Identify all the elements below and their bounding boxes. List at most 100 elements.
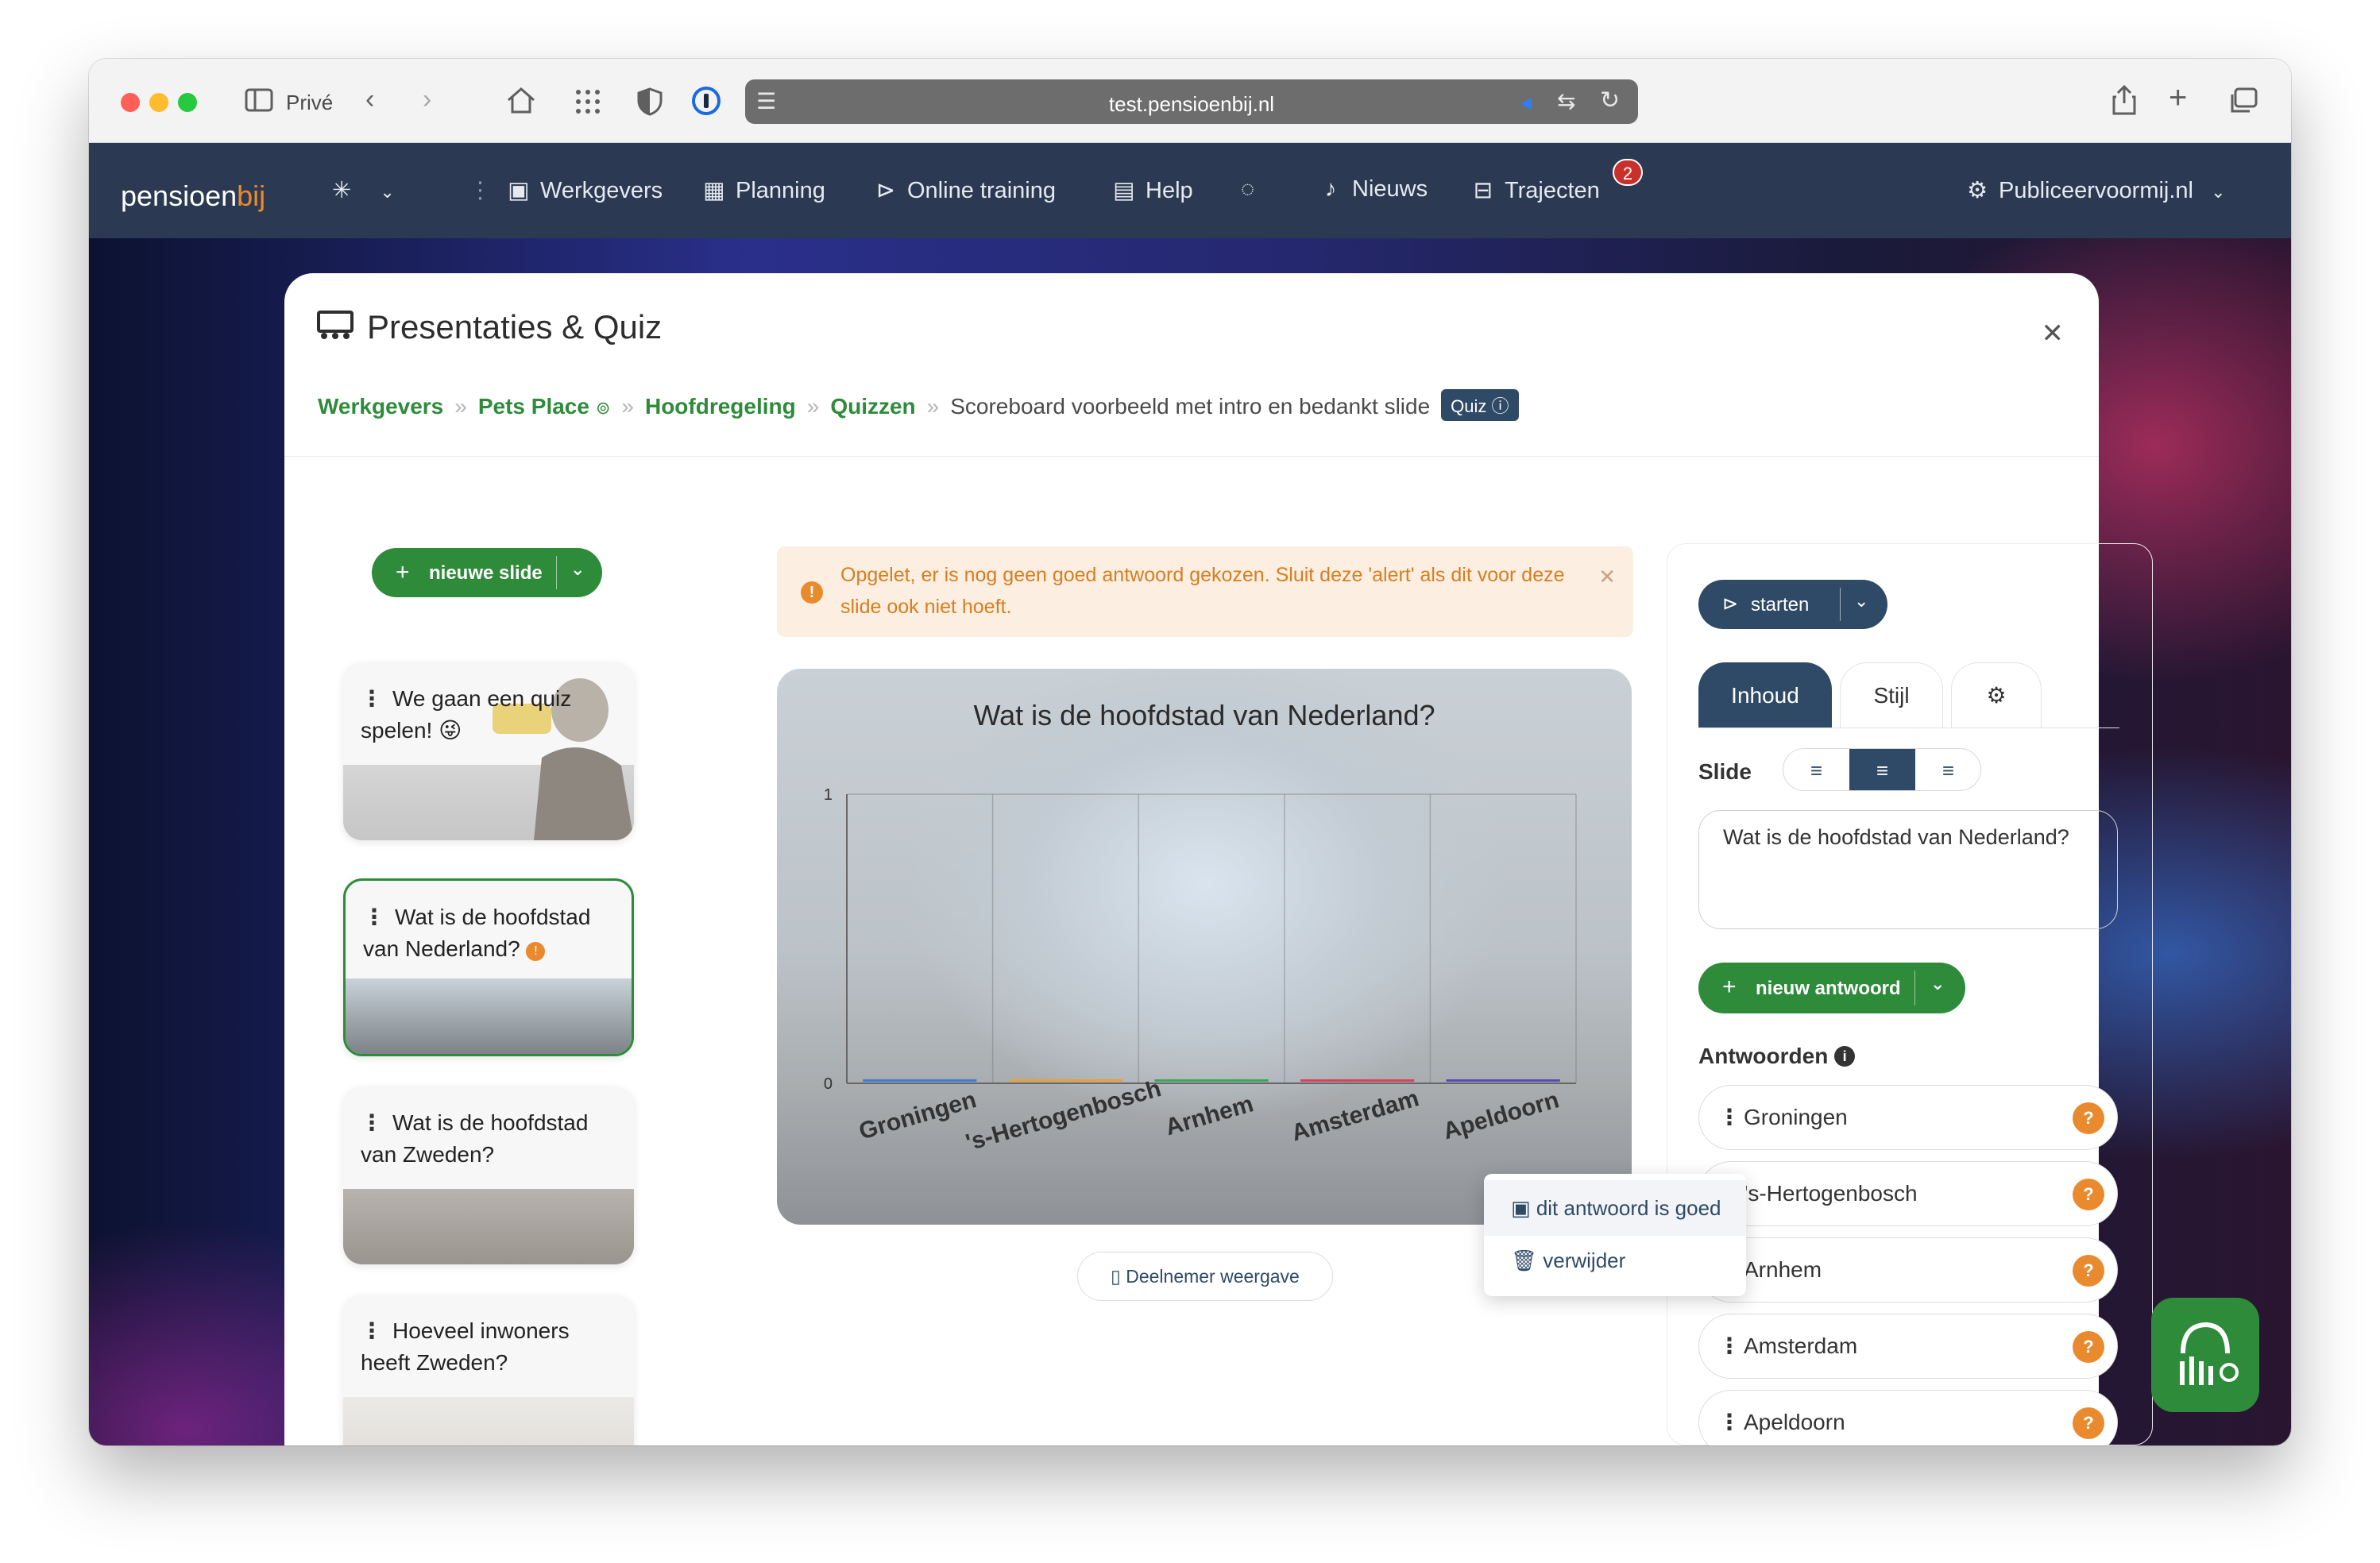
category-label: Apeldoorn bbox=[1440, 1086, 1562, 1144]
question-mark-icon[interactable]: ? bbox=[2073, 1331, 2104, 1363]
shield-icon[interactable] bbox=[637, 87, 663, 121]
breadcrumb-werkgevers[interactable]: Werkgevers bbox=[318, 394, 443, 419]
slide-thumbnail-active[interactable]: ⋮ Wat is de hoofdstad van Nederland? ! bbox=[343, 878, 634, 1056]
address-bar[interactable]: ☰ test.pensioenbij.nl ◂ ⇆ ↻ bbox=[745, 79, 1638, 124]
zoom-window-button[interactable] bbox=[178, 93, 197, 112]
question-mark-icon[interactable]: ? bbox=[2073, 1255, 2104, 1287]
slide-thumbnail[interactable]: ⋮ Hoeveel inwoners heeft Zweden? bbox=[343, 1295, 634, 1445]
question-mark-icon[interactable]: ? bbox=[2073, 1102, 2104, 1134]
tab-stijl[interactable]: Stijl bbox=[1840, 662, 1943, 727]
nav-planning-label: Planning bbox=[736, 178, 825, 203]
start-button[interactable]: ⊳ starten ⌄ bbox=[1698, 580, 1887, 629]
reload-icon[interactable]: ↻ bbox=[1600, 87, 1620, 114]
apps-grid-icon[interactable] bbox=[574, 87, 602, 121]
drag-handle-icon[interactable]: ⋮ bbox=[361, 683, 383, 715]
forward-icon[interactable]: › bbox=[423, 86, 431, 113]
translate-icon[interactable]: ⇆ bbox=[1557, 88, 1575, 115]
alert-icon: ! bbox=[801, 581, 823, 604]
new-slide-button[interactable]: + nieuwe slide ⌄ bbox=[372, 548, 602, 597]
nav-werkgevers[interactable]: ▣ Werkgevers bbox=[507, 176, 663, 204]
drag-handle-icon[interactable]: ⋮ bbox=[363, 901, 385, 933]
nav-trajecten[interactable]: ⊟ Trajecten bbox=[1471, 176, 1600, 204]
chart-bar bbox=[1154, 1079, 1269, 1082]
nav-help[interactable]: ▤ Help bbox=[1112, 176, 1192, 204]
align-right-icon[interactable]: ≡ bbox=[1915, 749, 1980, 790]
mark-correct-menu-item[interactable]: ▣ dit antwoord is goed bbox=[1484, 1180, 1746, 1236]
audio-icon[interactable]: ◂ bbox=[1520, 89, 1532, 116]
chat-icon[interactable]: ◌ bbox=[1241, 176, 1254, 203]
new-answer-button[interactable]: + nieuw antwoord ⌄ bbox=[1698, 963, 1965, 1013]
delete-label: verwijder bbox=[1543, 1248, 1626, 1272]
minimize-window-button[interactable] bbox=[149, 93, 168, 112]
quiz-badge-label: Quiz bbox=[1451, 396, 1487, 416]
question-mark-icon[interactable]: ? bbox=[2073, 1179, 2104, 1210]
answer-row[interactable]: ⋮ Groningen ? bbox=[1698, 1085, 2118, 1150]
tablet-icon: ▯ bbox=[1111, 1266, 1121, 1287]
password-manager-icon[interactable] bbox=[691, 86, 721, 121]
chevron-down-icon[interactable]: ⌄ bbox=[570, 559, 585, 580]
home-icon[interactable] bbox=[505, 86, 537, 119]
drag-handle-icon[interactable]: ⋮ bbox=[1718, 1391, 1741, 1445]
slide-title: Wat is de hoofdstad van Zweden? bbox=[361, 1110, 589, 1167]
answer-row[interactable]: ⋮ Apeldoorn ? bbox=[1698, 1390, 2118, 1445]
breadcrumb: Werkgevers » Pets Place ⊚ » Hoofdregeling » Qui… bbox=[318, 389, 1519, 421]
back-icon[interactable]: ‹ bbox=[365, 86, 374, 113]
drag-handle-icon[interactable]: ⋮ bbox=[1718, 1086, 1741, 1149]
breadcrumb-pets-place[interactable]: Pets Place bbox=[478, 394, 589, 419]
drag-handle-icon[interactable]: ⋮ bbox=[1718, 1314, 1741, 1378]
settings-dropdown[interactable]: ✳ ⌄ bbox=[332, 176, 395, 204]
slide-thumbnail[interactable]: ⋮ Wat is de hoofdstad van Zweden? bbox=[343, 1086, 634, 1264]
breadcrumb-hoofdregeling[interactable]: Hoofdregeling bbox=[645, 394, 796, 419]
profile-label[interactable]: Privé bbox=[286, 91, 333, 115]
answer-row[interactable]: ⋮ Amsterdam ? bbox=[1698, 1314, 2118, 1379]
chevron-down-icon: ⌄ bbox=[380, 182, 395, 202]
drag-handle-icon[interactable]: ⋮ bbox=[361, 1107, 383, 1139]
nav-nieuws[interactable]: ♪ Nieuws bbox=[1319, 176, 1428, 203]
sidebar-toggle-icon[interactable] bbox=[245, 88, 273, 117]
close-window-button[interactable] bbox=[121, 93, 140, 112]
answer-row[interactable]: ⋮Arnhem ? bbox=[1698, 1237, 2118, 1302]
kebab-menu-icon[interactable]: ⋮ bbox=[469, 176, 492, 204]
align-center-icon[interactable]: ≡ bbox=[1849, 749, 1915, 790]
answer-row[interactable]: ⋮'s-Hertogenbosch ? bbox=[1698, 1161, 2118, 1226]
chevron-down-icon[interactable]: ⌄ bbox=[1854, 591, 1868, 612]
account-dropdown[interactable]: ⚙ Publiceervoormij.nl ⌄ bbox=[1965, 176, 2226, 204]
question-mark-icon[interactable]: ? bbox=[2073, 1407, 2104, 1439]
breadcrumb-separator-icon: » bbox=[926, 394, 940, 419]
quiz-type-badge: Quiz ⓘ bbox=[1441, 389, 1519, 421]
nav-planning[interactable]: ▦ Planning bbox=[702, 176, 825, 204]
chart-bar bbox=[1446, 1079, 1560, 1082]
tab-settings[interactable]: ⚙ bbox=[1951, 662, 2042, 727]
app-navbar: pensioenbij ✳ ⌄ ⋮ ▣ Werkgevers ▦ Planning … bbox=[89, 143, 2291, 238]
share-icon[interactable] bbox=[2111, 84, 2137, 121]
answers-heading: Antwoorden bbox=[1698, 1044, 1829, 1068]
delete-menu-item[interactable]: 🗑 verwijder bbox=[1511, 1248, 1625, 1273]
tab-overview-icon[interactable] bbox=[2229, 87, 2258, 119]
nav-online-training[interactable]: ⊳ Online training bbox=[874, 176, 1056, 204]
slide-thumbnail[interactable]: ⋮ We gaan een quiz spelen! 😜 bbox=[343, 662, 634, 840]
drag-handle-icon[interactable]: ⋮ bbox=[361, 1315, 383, 1347]
close-icon[interactable]: ✕ bbox=[2042, 318, 2065, 349]
chevron-down-icon[interactable]: ⌄ bbox=[1930, 974, 1945, 994]
question-textarea[interactable]: Wat is de hoofdstad van Nederland? bbox=[1698, 810, 2118, 929]
gear-icon: ⚙ bbox=[1986, 683, 2007, 708]
new-tab-icon[interactable]: + bbox=[2169, 82, 2187, 114]
answer-text: 's-Hertogenbosch bbox=[1744, 1181, 1918, 1206]
logo-prefix: pensioen bbox=[121, 179, 238, 212]
answer-text: Amsterdam bbox=[1744, 1333, 1858, 1358]
breadcrumb-quizzen[interactable]: Quizzen bbox=[830, 394, 915, 419]
logo[interactable]: pensioenbij bbox=[121, 179, 265, 213]
mark-correct-label: dit antwoord is goed bbox=[1536, 1196, 1721, 1220]
info-icon: i bbox=[1834, 1046, 1856, 1067]
y-tick-label: 0 bbox=[824, 1075, 833, 1093]
alert-close-icon[interactable]: ✕ bbox=[1598, 561, 1616, 592]
link-icon: ⊚ bbox=[595, 398, 611, 418]
participant-view-button[interactable]: ▯ Deelnemer weergave bbox=[1077, 1252, 1333, 1301]
nav-werkgevers-label: Werkgevers bbox=[540, 178, 663, 203]
breadcrumb-current: Scoreboard voorbeeld met intro en bedank… bbox=[950, 394, 1431, 419]
assistant-fab[interactable] bbox=[2151, 1298, 2259, 1412]
nav-nieuws-label: Nieuws bbox=[1352, 176, 1428, 202]
tab-inhoud[interactable]: Inhoud bbox=[1698, 662, 1832, 727]
slide-label: Slide bbox=[1698, 759, 1752, 784]
align-left-icon[interactable]: ≡ bbox=[1783, 749, 1849, 790]
